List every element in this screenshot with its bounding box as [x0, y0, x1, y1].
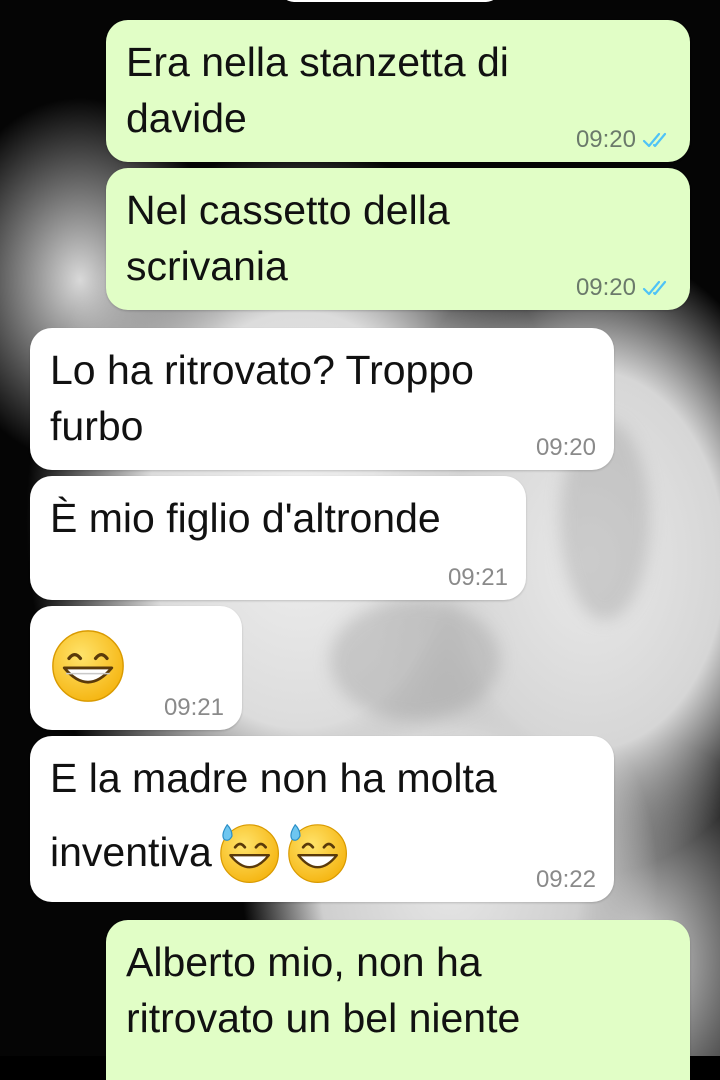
message-outgoing[interactable]: Era nella stanzetta di davide 09:20 — [106, 20, 690, 162]
wallpaper-shadow — [330, 600, 500, 720]
message-outgoing[interactable]: Alberto mio, non ha ritrovato un bel nie… — [106, 920, 690, 1080]
message-text-line: Lo ha ritrovato? Troppo — [50, 347, 474, 393]
message-meta: 09:20 — [576, 274, 672, 302]
message-text-line: È mio figlio d'altronde — [50, 495, 441, 541]
message-text-line: Alberto mio, non ha — [126, 939, 482, 985]
message-meta: 09:20 — [536, 434, 596, 462]
message-time: 09:21 — [163, 694, 224, 721]
message-incoming[interactable]: 09:21 — [30, 606, 242, 730]
message-text-line: Nel cassetto della — [126, 187, 450, 233]
message-time: 09:21 — [447, 564, 508, 591]
message-text-line-with-emoji: inventiva — [50, 820, 594, 884]
message-time: 09:20 — [575, 126, 636, 153]
message-incoming[interactable]: E la madre non ha molta inventiva 09:22 — [30, 736, 614, 902]
message-text-line: E la madre non ha molta — [50, 755, 497, 801]
grinning-sweat-emoji — [220, 823, 279, 883]
double-check-icon — [642, 280, 667, 296]
previous-message-edge — [280, 0, 500, 2]
message-meta: 09:20 — [576, 126, 672, 154]
message-meta: 09:21 — [448, 564, 508, 592]
grinning-sweat-emoji — [288, 823, 347, 883]
message-text-line: Era nella stanzetta di — [126, 39, 509, 85]
message-text-line: inventiva — [50, 829, 212, 875]
double-check-icon — [642, 132, 667, 148]
message-meta: 09:21 — [164, 694, 224, 722]
message-outgoing[interactable]: Nel cassetto della scrivania 09:20 — [106, 168, 690, 310]
message-incoming[interactable]: È mio figlio d'altronde 09:21 — [30, 476, 526, 600]
message-time: 09:20 — [535, 434, 596, 461]
message-incoming[interactable]: Lo ha ritrovato? Troppo furbo 09:20 — [30, 328, 614, 470]
message-text-line: furbo — [50, 403, 144, 449]
grinning-face-emoji — [52, 630, 124, 702]
message-time: 09:22 — [535, 866, 596, 893]
message-text-line: ritrovato un bel niente — [126, 995, 521, 1041]
message-time: 09:20 — [575, 274, 636, 301]
message-meta: 09:22 — [536, 866, 596, 894]
